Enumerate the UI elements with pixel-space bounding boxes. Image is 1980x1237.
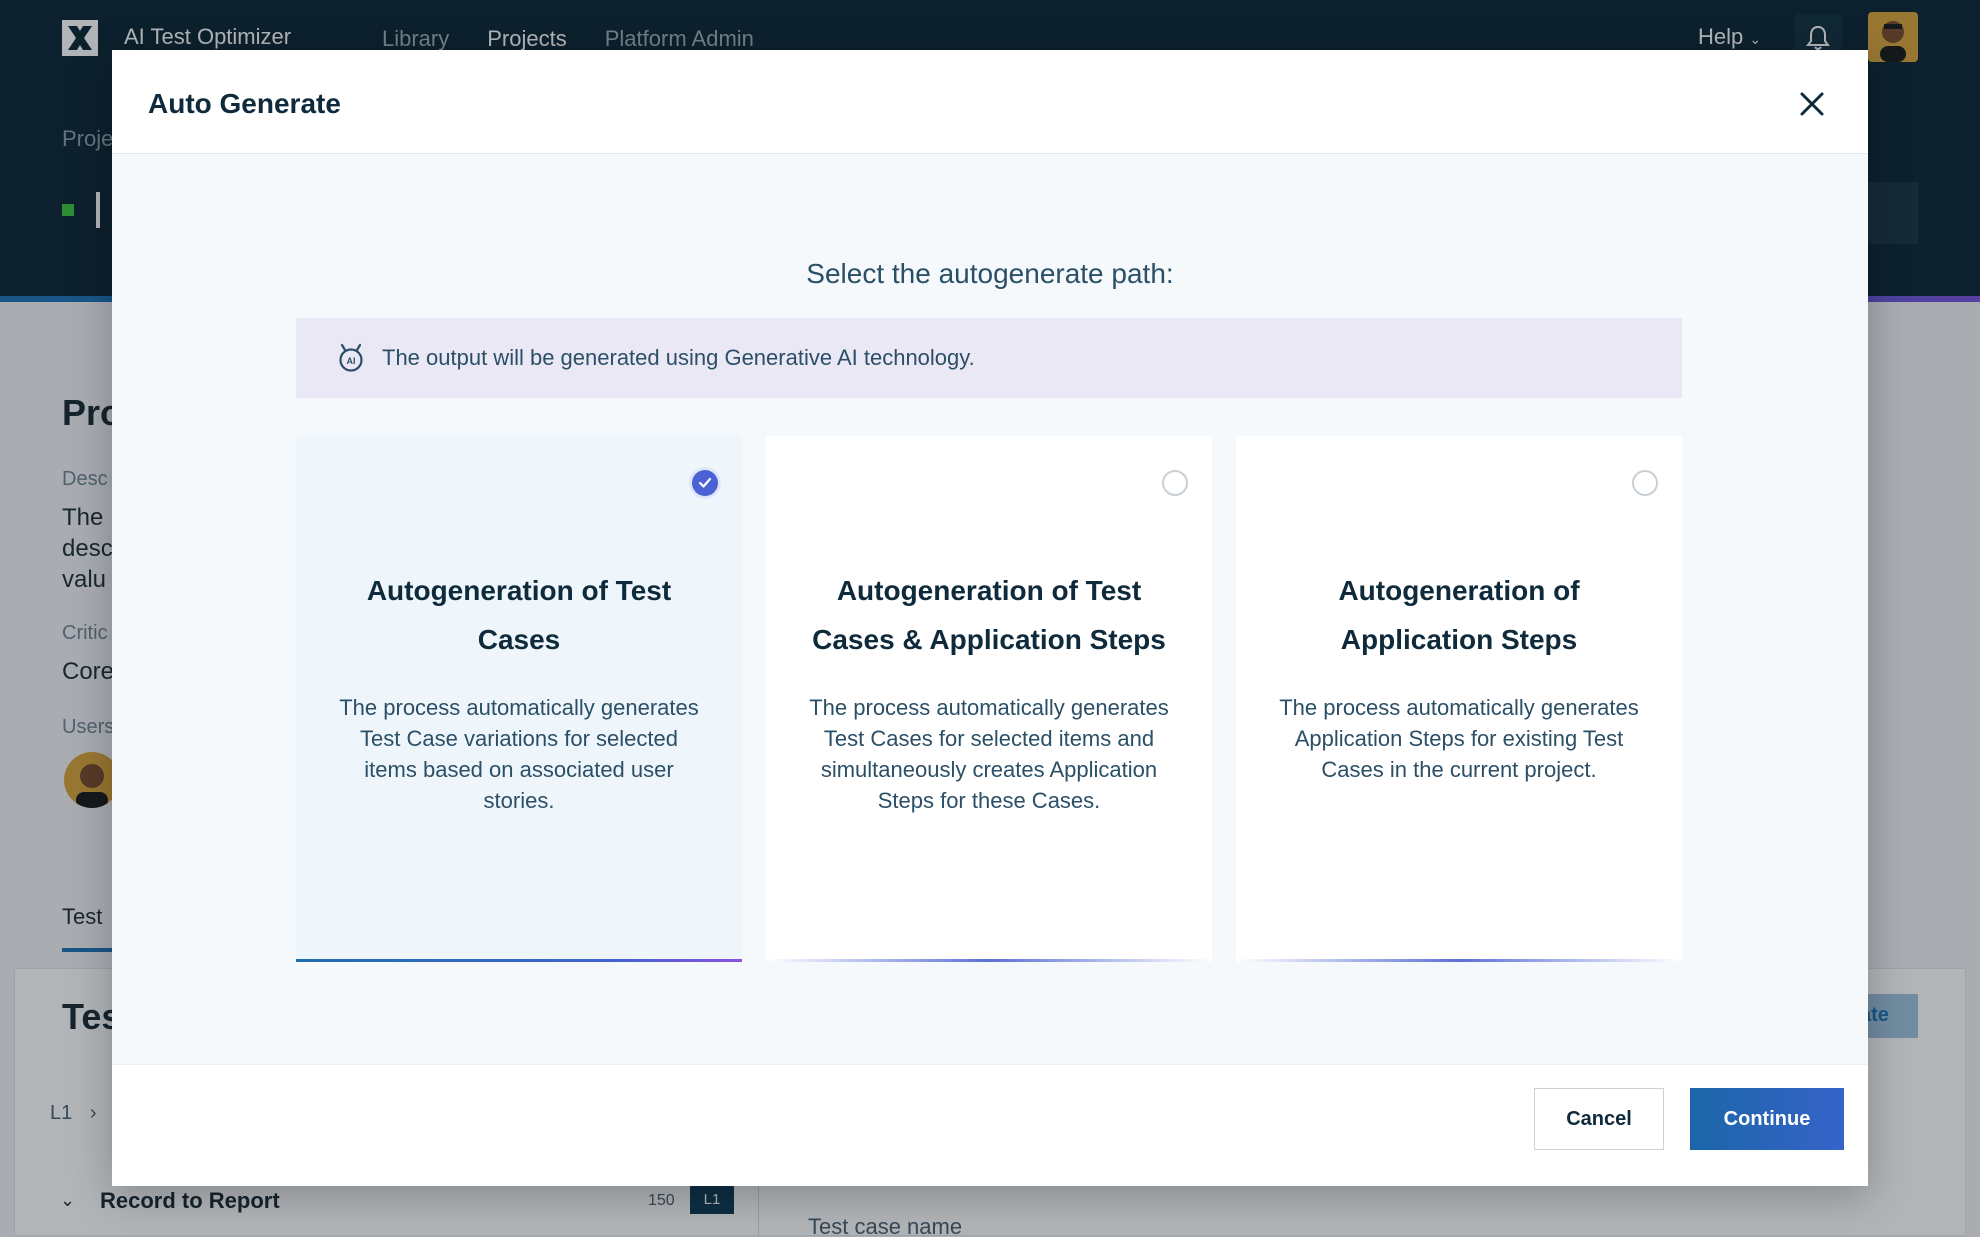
card-title: Autogeneration of Test Cases bbox=[366, 575, 672, 655]
card-description: The process automatically generates Appl… bbox=[1279, 695, 1639, 782]
radio-test-cases-and-app-steps[interactable] bbox=[1162, 470, 1188, 496]
dialog-body: Select the autogenerate path: AI The out… bbox=[112, 154, 1868, 1064]
card-accent-line bbox=[1236, 959, 1682, 962]
card-test-cases[interactable]: Autogeneration of Test Cases The process… bbox=[296, 436, 742, 962]
dialog-subtitle: Select the autogenerate path: bbox=[806, 258, 1174, 289]
radio-application-steps[interactable] bbox=[1632, 470, 1658, 496]
card-description: The process automatically generates Test… bbox=[339, 695, 699, 813]
auto-generate-dialog: Auto Generate Select the autogenerate pa… bbox=[112, 50, 1868, 1186]
ai-notice-text: The output will be generated using Gener… bbox=[382, 345, 975, 370]
check-icon bbox=[698, 477, 712, 488]
dialog-title: Auto Generate bbox=[148, 88, 341, 119]
card-description: The process automatically generates Test… bbox=[809, 695, 1169, 813]
close-button[interactable] bbox=[1792, 84, 1832, 124]
card-accent-line bbox=[766, 959, 1212, 962]
cancel-button[interactable]: Cancel bbox=[1534, 1088, 1664, 1150]
close-icon bbox=[1800, 92, 1824, 116]
svg-text:AI: AI bbox=[347, 356, 356, 366]
card-title: Autogeneration of Application Steps bbox=[1338, 575, 1580, 655]
card-application-steps[interactable]: Autogeneration of Application Steps The … bbox=[1236, 436, 1682, 962]
card-test-cases-and-app-steps[interactable]: Autogeneration of Test Cases & Applicati… bbox=[766, 436, 1212, 962]
ai-icon: AI bbox=[336, 343, 366, 373]
card-title: Autogeneration of Test Cases & Applicati… bbox=[812, 575, 1166, 655]
continue-button[interactable]: Continue bbox=[1690, 1088, 1844, 1150]
dialog-header: Auto Generate bbox=[112, 50, 1868, 154]
ai-notice-banner: AI The output will be generated using Ge… bbox=[296, 318, 1682, 398]
card-accent-line bbox=[296, 959, 742, 962]
radio-test-cases[interactable] bbox=[692, 470, 718, 496]
